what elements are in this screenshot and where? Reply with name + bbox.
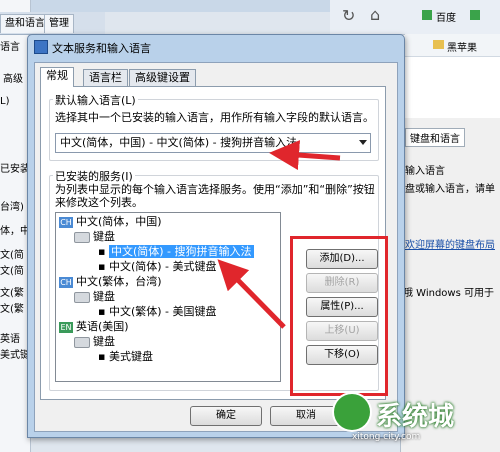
annotation-arrows [217,140,341,329]
arrow-to-selected-service [217,259,286,329]
tab-general[interactable]: 常规 [40,67,74,87]
watermark: 系统城 xitong city.com [334,392,484,448]
watermark-logo-icon [334,394,370,430]
watermark-url: xitong city.com [352,432,421,442]
watermark-brand: 系统城 [376,402,455,432]
arrow-to-default-language [269,140,341,171]
